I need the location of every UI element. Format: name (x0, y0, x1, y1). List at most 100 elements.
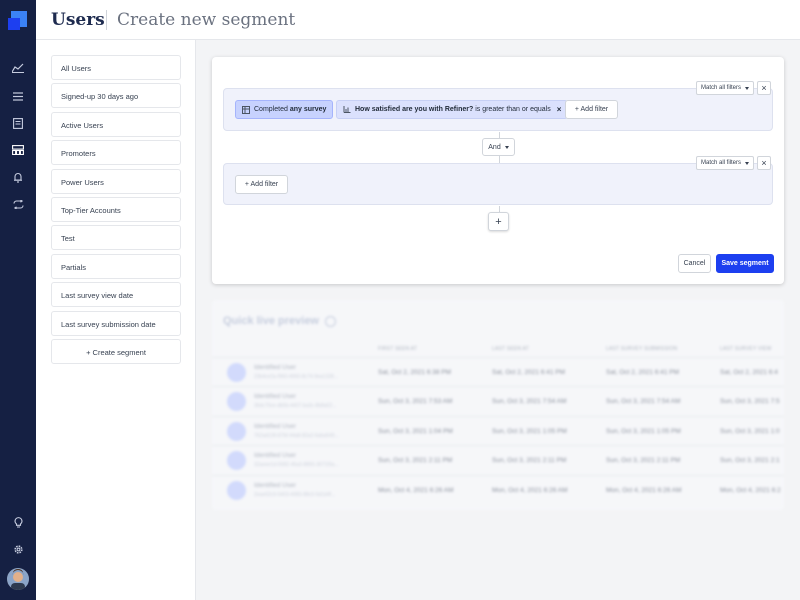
last-seen: Sun, Oct 3, 2021 1:05 PM (492, 428, 567, 435)
user-name: Identified User (254, 423, 296, 430)
document-icon[interactable] (9, 114, 27, 132)
user-name: Identified User (254, 364, 296, 371)
user-name: Identified User (254, 482, 296, 489)
user-avatar-icon (227, 451, 246, 470)
first-seen: Sat, Oct 2, 2021 6:38 PM (378, 369, 451, 376)
create-segment-button[interactable]: + Create segment (51, 339, 181, 364)
join-label: And (488, 143, 501, 151)
title-divider (106, 10, 107, 30)
filter-question: How satisfied are you with Refiner? (355, 106, 474, 113)
logo-icon[interactable] (8, 11, 27, 30)
user-avatar-icon (227, 481, 246, 500)
chevron-down-icon (745, 161, 749, 165)
last-view: Sun, Oct 3, 2021 2:1 (720, 457, 780, 464)
user-id: 2eae02c9-5403-4083-88c0-5d1d4f... (254, 492, 336, 498)
user-avatar-icon (227, 392, 246, 411)
page-header: Users Create new segment (36, 0, 800, 40)
first-seen: Sun, Oct 3, 2021 7:53 AM (378, 398, 453, 405)
user-id: 32aeee1d-5582-45a3-8855-3071f3a... (254, 462, 339, 468)
segment-item[interactable]: Last survey submission date (51, 311, 181, 336)
last-view: Sun, Oct 3, 2021 1:0 (720, 428, 780, 435)
segment-item[interactable]: All Users (51, 55, 181, 80)
last-submission: Sun, Oct 3, 2021 2:11 PM (606, 457, 681, 464)
gear-icon[interactable] (9, 540, 27, 558)
last-submission: Sun, Oct 3, 2021 1:05 PM (606, 428, 681, 435)
table-row[interactable]: Identified User 36dc70ce-db5b-4407-ba3c-… (212, 386, 784, 415)
last-seen: Sat, Oct 2, 2021 6:41 PM (492, 369, 565, 376)
last-submission: Sat, Oct 2, 2021 6:41 PM (606, 369, 679, 376)
column-header: FIRST SEEN AT (378, 346, 418, 352)
filter-chip-survey[interactable]: Completed any survey (235, 100, 334, 119)
user-avatar-icon (227, 422, 246, 441)
remove-group-button[interactable]: × (757, 81, 771, 95)
page-title: Users (51, 10, 105, 30)
segments-icon[interactable] (9, 141, 27, 159)
filter-prefix: Completed (254, 106, 288, 113)
save-segment-button[interactable]: Save segment (716, 254, 774, 273)
add-filter-button[interactable]: + Add filter (565, 100, 618, 119)
first-seen: Sun, Oct 3, 2021 2:11 PM (378, 457, 453, 464)
info-icon (325, 316, 336, 327)
page-subtitle: Create new segment (117, 10, 296, 30)
filter-group-2: + Add filter (223, 163, 773, 205)
integrations-icon[interactable] (9, 195, 27, 213)
segment-editor: Completed any survey How satisfied are y… (212, 57, 784, 284)
user-id: 36dc70ce-db5b-4407-ba3c-8b8a02... (254, 403, 337, 409)
user-name: Identified User (254, 393, 296, 400)
chevron-down-icon (745, 86, 749, 90)
segment-item[interactable]: Last survey view date (51, 282, 181, 307)
remove-filter-icon[interactable]: × (557, 105, 562, 114)
segment-item[interactable]: Promoters (51, 140, 181, 165)
match-filters-dropdown[interactable]: Match all filters (696, 81, 754, 95)
table-row[interactable]: Identified User 762ad139-87bf-44a8-82a2-… (212, 416, 784, 445)
column-header: LAST SURVEY VIEW (720, 346, 772, 352)
last-submission: Mon, Oct 4, 2021 6:26 AM (606, 487, 682, 494)
remove-group-button[interactable]: × (757, 156, 771, 170)
filter-operator: is greater than or equals (475, 106, 551, 113)
segment-item[interactable]: Partials (51, 254, 181, 279)
add-group-button[interactable]: + (488, 212, 509, 231)
last-view: Sun, Oct 3, 2021 7:5 (720, 398, 780, 405)
segment-item[interactable]: Top-Tier Accounts (51, 197, 181, 222)
last-view: Sat, Oct 2, 2021 6:4 (720, 369, 778, 376)
last-submission: Sun, Oct 3, 2021 7:54 AM (606, 398, 681, 405)
add-filter-button[interactable]: + Add filter (235, 175, 288, 194)
table-row[interactable]: Identified User 23b4ce2a-f960-4960-8c74-… (212, 357, 784, 386)
first-seen: Sun, Oct 3, 2021 1:04 PM (378, 428, 453, 435)
user-id: 23b4ce2a-f960-4960-8c74-9ea1328... (254, 374, 338, 380)
filter-group-1: Completed any survey How satisfied are y… (223, 88, 773, 131)
column-header: LAST SURVEY SUBMISSION (606, 346, 678, 352)
preview-title: Quick live preview (223, 315, 319, 327)
segment-item[interactable]: Test (51, 225, 181, 250)
table-row[interactable]: Identified User 2eae02c9-5403-4083-88c0-… (212, 475, 784, 504)
list-icon[interactable] (9, 87, 27, 105)
last-seen: Sun, Oct 3, 2021 2:11 PM (492, 457, 567, 464)
join-operator-dropdown[interactable]: And (482, 138, 515, 156)
chart-icon (343, 106, 351, 113)
table-icon (242, 105, 250, 114)
app-rail (0, 0, 36, 600)
table-row[interactable]: Identified User 32aeee1d-5582-45a3-8855-… (212, 445, 784, 474)
last-view: Mon, Oct 4, 2021 6:2 (720, 487, 781, 494)
match-filters-dropdown[interactable]: Match all filters (696, 156, 754, 170)
match-filters-label: Match all filters (700, 160, 741, 166)
cancel-button[interactable]: Cancel (678, 254, 711, 273)
user-avatar-icon (227, 363, 246, 382)
lightbulb-icon[interactable] (9, 513, 27, 531)
last-seen: Sun, Oct 3, 2021 7:54 AM (492, 398, 567, 405)
chevron-down-icon (504, 145, 509, 149)
bell-icon[interactable] (9, 168, 27, 186)
user-name: Identified User (254, 452, 296, 459)
match-filters-label: Match all filters (700, 85, 741, 91)
filter-value: any survey (289, 106, 327, 113)
filter-chip-question[interactable]: How satisfied are you with Refiner? is g… (336, 100, 569, 119)
first-seen: Mon, Oct 4, 2021 6:26 AM (378, 487, 454, 494)
analytics-icon[interactable] (9, 59, 27, 77)
segment-item[interactable]: Power Users (51, 169, 181, 194)
segment-item[interactable]: Signed-up 30 days ago (51, 83, 181, 108)
avatar[interactable] (7, 568, 29, 590)
live-preview: Quick live preview FIRST SEEN AT LAST SE… (212, 300, 784, 510)
last-seen: Mon, Oct 4, 2021 6:26 AM (492, 487, 568, 494)
segment-item[interactable]: Active Users (51, 112, 181, 137)
connector-line (499, 156, 500, 163)
